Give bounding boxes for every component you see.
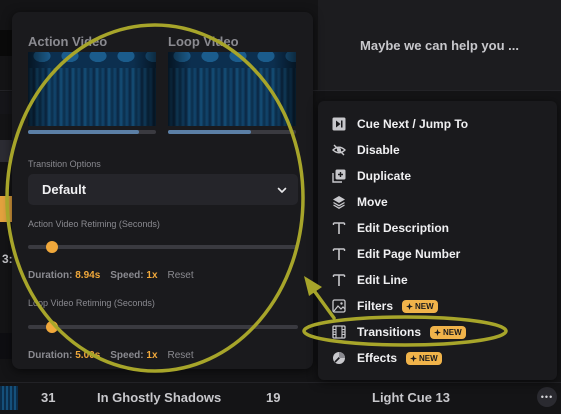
film-icon <box>332 325 346 339</box>
loop-video-progress <box>168 130 296 134</box>
text-icon <box>332 221 346 235</box>
sparkle-icon <box>434 328 442 336</box>
menu-item-edit-page-number[interactable]: Edit Page Number <box>332 243 460 265</box>
action-video-progress <box>28 130 156 134</box>
text-icon <box>332 247 346 261</box>
duration-label: Duration: <box>28 350 73 361</box>
action-slider-thumb[interactable] <box>46 241 59 253</box>
menu-item-duplicate[interactable]: Duplicate <box>332 165 411 187</box>
help-banner[interactable]: Maybe we can help you ... <box>318 0 561 90</box>
menu-item-filters[interactable]: Filters NEW <box>332 295 438 317</box>
cue-context-menu: Cue Next / Jump To Disable Duplicate Mov… <box>318 101 557 380</box>
transition-select-value: Default <box>42 182 87 197</box>
menu-item-label: Transitions <box>357 325 422 339</box>
eye-off-icon <box>332 143 346 157</box>
loop-retiming-label: Loop Video Retiming (Seconds) <box>28 298 155 308</box>
action-retiming-label: Action Video Retiming (Seconds) <box>28 219 160 229</box>
loop-retiming-slider[interactable] <box>28 320 298 334</box>
speed-label: Speed: <box>110 350 144 361</box>
sparkle-icon <box>410 354 418 362</box>
menu-item-effects[interactable]: Effects NEW <box>332 347 442 369</box>
menu-item-cue-next[interactable]: Cue Next / Jump To <box>332 113 468 135</box>
loop-video-thumbnail[interactable] <box>168 52 296 126</box>
new-badge: NEW <box>406 351 442 365</box>
loop-reset-button[interactable]: Reset <box>168 350 194 361</box>
ellipsis-icon: ••• <box>540 392 554 402</box>
menu-item-edit-description[interactable]: Edit Description <box>332 217 449 239</box>
help-banner-text: Maybe we can help you ... <box>360 37 519 53</box>
row-cue-number: 31 <box>41 390 56 405</box>
menu-item-label: Duplicate <box>357 169 412 183</box>
row-divider <box>0 382 561 383</box>
menu-item-label: Move <box>357 195 388 209</box>
loop-duration-value: 5.00s <box>75 350 101 361</box>
loop-video-label: Loop Video <box>168 34 239 49</box>
loop-speed-value: 1x <box>146 350 158 361</box>
menu-item-label: Cue Next / Jump To <box>357 117 469 131</box>
row-light-cue: Light Cue 13 <box>372 390 451 405</box>
loop-retiming-info: Duration: 5.00s Speed: 1x Reset <box>28 350 194 361</box>
row-title: In Ghostly Shadows <box>97 390 222 405</box>
duration-label: Duration: <box>28 270 73 281</box>
menu-item-label: Edit Description <box>357 221 450 235</box>
action-speed-value: 1x <box>146 270 158 281</box>
menu-item-label: Edit Page Number <box>357 247 461 261</box>
new-badge: NEW <box>430 325 466 339</box>
action-duration-value: 8.94s <box>75 270 101 281</box>
menu-item-disable[interactable]: Disable <box>332 139 400 161</box>
duplicate-icon <box>332 169 346 183</box>
skip-next-icon <box>332 117 346 131</box>
row-thumbnail <box>0 386 18 410</box>
video-settings-popover: Action Video Loop Video Transition Optio… <box>12 12 313 369</box>
menu-item-label: Filters <box>357 299 394 313</box>
transition-options-label: Transition Options <box>28 159 101 169</box>
menu-item-label: Effects <box>357 351 398 365</box>
action-retiming-slider[interactable] <box>28 240 298 254</box>
action-retiming-info: Duration: 8.94s Speed: 1x Reset <box>28 270 194 281</box>
menu-item-edit-line[interactable]: Edit Line <box>332 269 408 291</box>
layers-icon <box>332 195 346 209</box>
effects-icon <box>332 351 346 365</box>
loop-slider-thumb[interactable] <box>46 321 59 333</box>
text-icon <box>332 273 346 287</box>
transition-select[interactable]: Default <box>28 174 298 205</box>
menu-item-transitions[interactable]: Transitions NEW <box>332 321 466 343</box>
sparkle-icon <box>406 302 414 310</box>
more-options-button[interactable]: ••• <box>537 387 557 407</box>
row-page-number: 19 <box>266 390 281 405</box>
menu-item-move[interactable]: Move <box>332 191 388 213</box>
menu-item-label: Edit Line <box>357 273 408 287</box>
action-video-label: Action Video <box>28 34 108 49</box>
menu-item-label: Disable <box>357 143 400 157</box>
image-icon <box>332 299 346 313</box>
action-reset-button[interactable]: Reset <box>168 270 194 281</box>
action-video-thumbnail[interactable] <box>28 52 156 126</box>
speed-label: Speed: <box>110 270 144 281</box>
chevron-down-icon <box>276 184 288 196</box>
new-badge: NEW <box>402 299 438 313</box>
